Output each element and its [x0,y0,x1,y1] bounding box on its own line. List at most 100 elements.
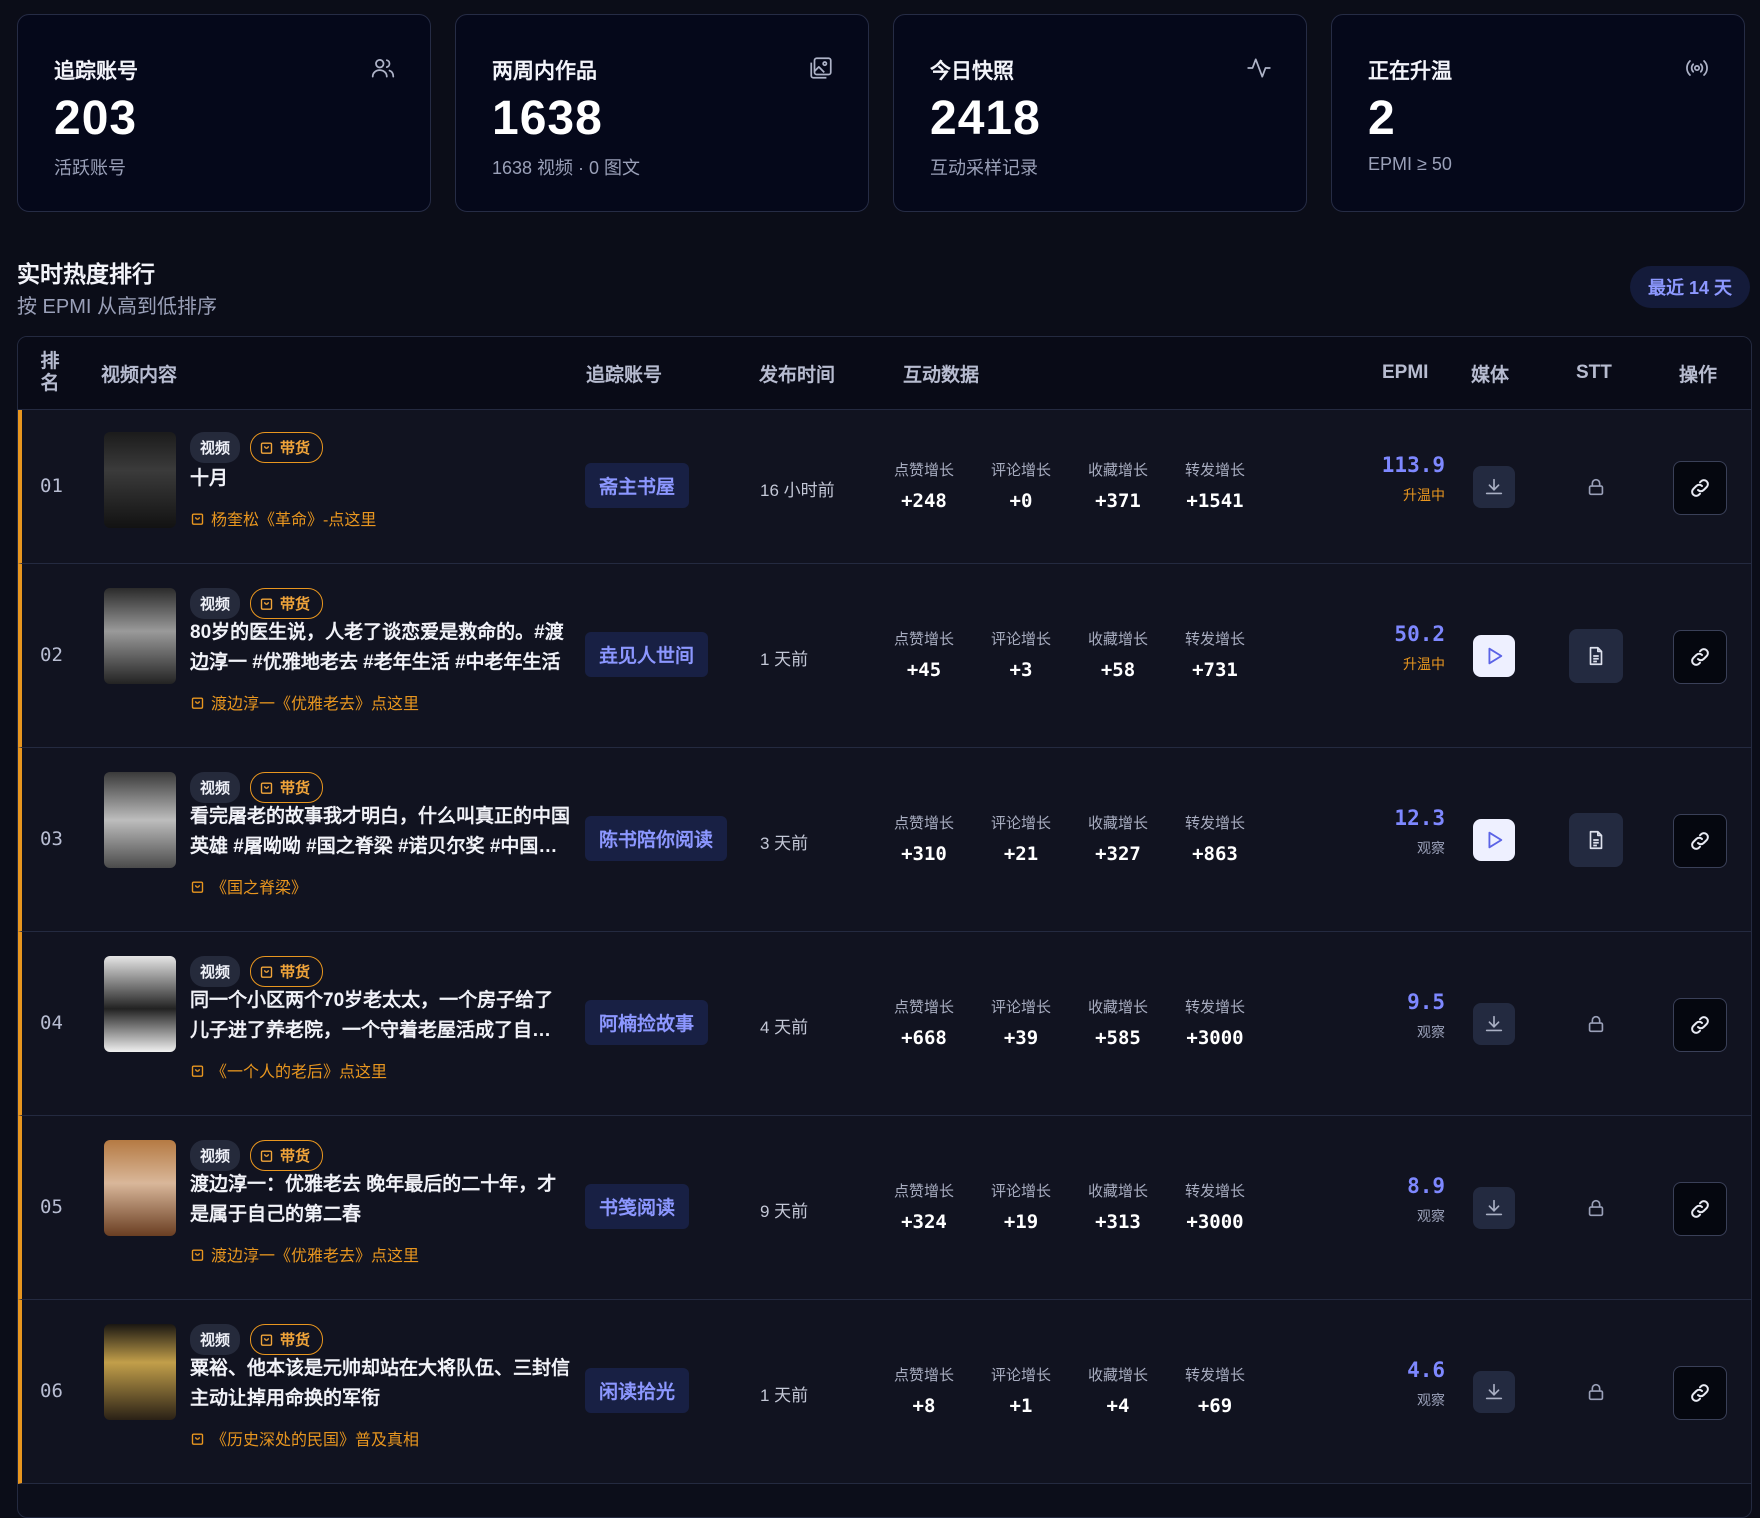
play-button[interactable] [1473,635,1515,677]
account-tag[interactable]: 闲读拾光 [585,1368,690,1413]
metric-label: 转发增长 [1184,462,1245,479]
transcript-button[interactable] [1569,629,1623,683]
badges: 视频 带货 [190,588,324,619]
publish-time: 16 小时前 [760,481,835,500]
open-link-button[interactable] [1673,1366,1727,1420]
account-tag[interactable]: 阿楠捡故事 [585,1000,709,1045]
table-row[interactable]: 06 视频 带货 粟裕、他本该是元帅却站在大将队伍、三封信主动让掉用命换的军衔 … [18,1300,1751,1484]
transcript-locked [1575,1003,1617,1045]
video-thumbnail[interactable] [104,588,176,684]
goods-link[interactable]: 《一个人的老后》点这里 [190,1058,387,1082]
publish-time: 3 天前 [760,834,809,853]
play-button[interactable] [1473,819,1515,861]
metric-favs: 收藏增长 +327 [1073,812,1163,865]
metric-label: 点赞增长 [893,999,954,1016]
metric-value: +1541 [1186,490,1244,512]
open-link-button[interactable] [1673,998,1727,1052]
table-header: 排名 视频内容 追踪账号 发布时间 互动数据 EPMI 媒体 STT 操作 [18,337,1751,410]
goods-badge-label: 带货 [280,1332,311,1349]
goods-badge-label: 带货 [280,964,311,981]
video-title[interactable]: 同一个小区两个70岁老太太，一个房子给了儿子进了养老院，一个守着老屋活成了自己 … [190,986,570,1046]
account-tag[interactable]: 垚见人世间 [585,632,709,677]
goods-link[interactable]: 杨奎松《革命》-点这里 [190,506,376,530]
account-tag[interactable]: 斋主书屋 [585,463,690,508]
goods-badge: 带货 [250,1140,324,1171]
card-trending: 正在升温 2 EPMI ≥ 50 [1331,14,1745,212]
download-button[interactable] [1473,1187,1515,1229]
metric-label: 转发增长 [1184,815,1245,832]
header-stt: STT [1576,362,1612,383]
open-link-button[interactable] [1673,630,1727,684]
video-badge: 视频 [190,1324,241,1355]
video-thumbnail[interactable] [104,956,176,1052]
goods-link[interactable]: 《历史深处的民国》普及真相 [190,1426,419,1450]
shopping-bag-icon [260,782,273,794]
rank-number: 04 [40,1012,63,1034]
video-thumbnail[interactable] [104,432,176,528]
goods-link[interactable]: 渡边淳一《优雅老去》点这里 [190,1242,419,1266]
publish-time: 4 天前 [760,1018,809,1037]
open-link-button[interactable] [1673,814,1727,868]
card-subtitle: EPMI ≥ 50 [1368,153,1452,174]
account-tag[interactable]: 书笺阅读 [585,1184,690,1229]
header-action: 操作 [1679,364,1718,386]
metric-value: +39 [1003,1027,1039,1049]
metric-label: 评论增长 [990,1183,1051,1200]
open-link-button[interactable] [1673,1182,1727,1236]
metric-value: +19 [1003,1211,1039,1233]
video-title[interactable]: 十月 [190,464,570,494]
table-row[interactable]: 03 视频 带货 看完屠老的故事我才明白，什么叫真正的中国英雄 #屠呦呦 #国之… [18,748,1751,932]
metric-value: +3000 [1186,1027,1244,1049]
date-range-pill[interactable]: 最近 14 天 [1629,266,1750,308]
video-title[interactable]: 粟裕、他本该是元帅却站在大将队伍、三封信主动让掉用命换的军衔 [190,1354,570,1414]
video-title[interactable]: 渡边淳一：优雅老去 晚年最后的二十年，才是属于自己的第二春 [190,1170,570,1230]
video-title[interactable]: 看完屠老的故事我才明白，什么叫真正的中国英雄 #屠呦呦 #国之脊梁 #诺贝尔奖 … [190,802,570,862]
document-icon [1589,830,1603,850]
download-icon [1485,1015,1503,1032]
metric-label: 收藏增长 [1087,1367,1148,1384]
metric-comments: 评论增长 +39 [976,996,1066,1049]
metric-shares: 转发增长 +3000 [1170,996,1260,1049]
metric-likes: 点赞增长 +45 [879,628,969,681]
download-button[interactable] [1473,1003,1515,1045]
transcript-button[interactable] [1569,813,1623,867]
metric-value: +248 [901,490,947,512]
card-title: 今日快照 [930,60,1014,83]
table-row[interactable]: 04 视频 带货 同一个小区两个70岁老太太，一个房子给了儿子进了养老院，一个守… [18,932,1751,1116]
rank-number: 05 [40,1196,63,1218]
table-row[interactable]: 01 视频 带货 十月 杨奎松《革命》-点这里 斋主书屋 16 小时前 点赞增长… [18,410,1751,564]
metric-value: +4 [1106,1395,1130,1417]
metric-label: 转发增长 [1184,1367,1245,1384]
goods-link[interactable]: 《国之脊梁》 [190,874,307,898]
metric-value: +3 [1009,659,1033,681]
metric-label: 评论增长 [990,1367,1051,1384]
metric-favs: 收藏增长 +4 [1073,1364,1163,1417]
metric-label: 点赞增长 [893,462,954,479]
video-thumbnail[interactable] [104,1324,176,1420]
card-value: 203 [54,92,138,145]
metric-favs: 收藏增长 +585 [1073,996,1163,1049]
metric-label: 点赞增长 [893,815,954,832]
shopping-bag-icon [260,1334,273,1346]
link-icon [1691,479,1709,497]
open-link-button[interactable] [1673,461,1727,515]
video-title[interactable]: 80岁的医生说，人老了谈恋爱是救命的。#渡边淳一 #优雅地老去 #老年生活 #中… [190,618,570,678]
metric-label: 转发增长 [1184,1183,1245,1200]
lock-icon [1588,1015,1604,1033]
epmi-status: 观察 [1417,840,1445,856]
metric-value: +324 [901,1211,947,1233]
account-tag[interactable]: 陈书陪你阅读 [585,816,728,861]
download-button[interactable] [1473,466,1515,508]
goods-link[interactable]: 渡边淳一《优雅老去》点这里 [190,690,419,714]
table-row[interactable]: 02 视频 带货 80岁的医生说，人老了谈恋爱是救命的。#渡边淳一 #优雅地老去… [18,564,1751,748]
video-badge: 视频 [190,588,241,619]
metric-label: 点赞增长 [893,1183,954,1200]
metric-comments: 评论增长 +0 [976,459,1066,512]
metric-value: +863 [1192,843,1238,865]
video-thumbnail[interactable] [104,1140,176,1236]
metric-value: +45 [906,659,942,681]
video-badge: 视频 [190,956,241,987]
video-thumbnail[interactable] [104,772,176,868]
table-row[interactable]: 05 视频 带货 渡边淳一：优雅老去 晚年最后的二十年，才是属于自己的第二春 渡… [18,1116,1751,1300]
download-button[interactable] [1473,1371,1515,1413]
